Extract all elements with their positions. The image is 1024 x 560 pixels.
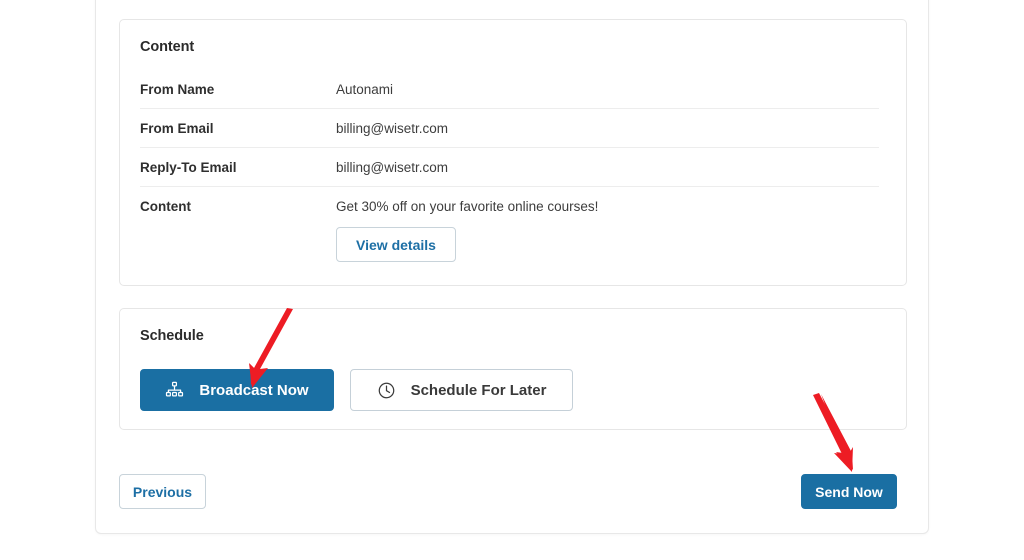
previous-button[interactable]: Previous: [119, 474, 206, 509]
schedule-card-title: Schedule: [140, 328, 204, 344]
table-row: From Email billing@wisetr.com: [140, 109, 879, 148]
row-value-from-name: Autonami: [336, 82, 394, 97]
table-row: Content Get 30% off on your favorite onl…: [140, 187, 879, 262]
schedule-card: Schedule Broadcast Now Schedule For Late…: [119, 308, 907, 430]
row-label-reply-to-email: Reply-To Email: [140, 160, 237, 175]
send-now-button[interactable]: Send Now: [801, 474, 897, 509]
broadcast-now-button[interactable]: Broadcast Now: [140, 369, 334, 411]
row-value-reply-to-email: billing@wisetr.com: [336, 160, 448, 175]
row-value-from-email: billing@wisetr.com: [336, 121, 448, 136]
row-label-from-email: From Email: [140, 121, 214, 136]
row-value-content-text: Get 30% off on your favorite online cour…: [336, 199, 599, 214]
broadcast-wizard-panel: Content From Name Autonami From Email bi…: [95, 0, 929, 534]
broadcast-now-label: Broadcast Now: [199, 381, 309, 399]
table-row: Reply-To Email billing@wisetr.com: [140, 148, 879, 187]
row-label-from-name: From Name: [140, 82, 215, 97]
schedule-for-later-label: Schedule For Later: [410, 381, 547, 399]
row-label-content: Content: [140, 199, 191, 214]
content-card-title: Content: [140, 39, 195, 55]
content-summary-card: Content From Name Autonami From Email bi…: [119, 19, 907, 286]
clock-icon: [377, 381, 396, 400]
schedule-option-group: Broadcast Now Schedule For Later: [140, 369, 573, 411]
view-details-button[interactable]: View details: [336, 227, 456, 262]
sitemap-icon: [165, 381, 184, 400]
schedule-for-later-button[interactable]: Schedule For Later: [350, 369, 573, 411]
row-value-content-wrapper: Get 30% off on your favorite online cour…: [336, 198, 879, 262]
content-detail-rows: From Name Autonami From Email billing@wi…: [140, 70, 879, 262]
table-row: From Name Autonami: [140, 70, 879, 109]
